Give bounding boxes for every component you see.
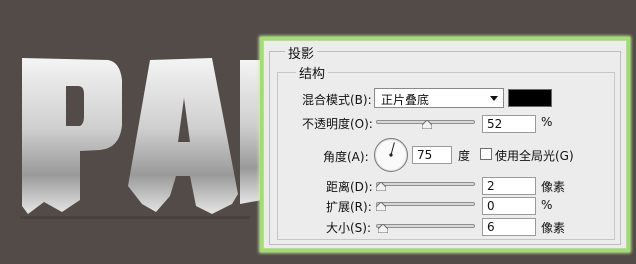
size-unit: 像素 bbox=[541, 221, 566, 235]
chevron-down-icon bbox=[490, 96, 498, 101]
spread-input[interactable]: 0 bbox=[482, 197, 536, 215]
size-slider[interactable] bbox=[376, 224, 475, 228]
size-slider-thumb[interactable] bbox=[377, 224, 388, 233]
artwork-letter-p bbox=[22, 58, 122, 214]
spread-slider-thumb[interactable] bbox=[376, 202, 386, 211]
opacity-label: 不透明度(O): bbox=[302, 117, 373, 131]
size-label: 大小(S): bbox=[326, 221, 372, 235]
blend-mode-value: 正片叠底 bbox=[381, 93, 430, 107]
drop-shadow-panel: 投影 结构 混合模式(B): 正片叠底 不透明度(O): 52 % 角度(A):… bbox=[260, 37, 630, 252]
angle-dial-needle bbox=[389, 142, 395, 157]
size-input[interactable]: 6 bbox=[482, 218, 536, 236]
distance-slider[interactable] bbox=[376, 182, 475, 186]
angle-dial[interactable] bbox=[374, 138, 408, 172]
angle-label: 角度(A): bbox=[323, 150, 369, 164]
opacity-unit: % bbox=[541, 115, 553, 129]
shadow-color-swatch[interactable] bbox=[508, 89, 552, 107]
opacity-slider-thumb[interactable] bbox=[422, 120, 433, 129]
global-light-label: 使用全局光(G) bbox=[495, 149, 574, 163]
distance-label: 距离(D): bbox=[326, 180, 373, 194]
blend-mode-select[interactable]: 正片叠底 bbox=[374, 88, 504, 108]
section-title: 结构 bbox=[296, 63, 329, 82]
spread-label: 扩展(R): bbox=[326, 200, 372, 214]
spread-unit: % bbox=[541, 198, 553, 212]
global-light-checkbox[interactable] bbox=[480, 148, 492, 160]
artwork-letter-partial bbox=[240, 60, 262, 204]
angle-unit: 度 bbox=[458, 149, 471, 163]
panel-title: 投影 bbox=[285, 43, 318, 62]
spread-slider[interactable] bbox=[376, 202, 475, 206]
distance-unit: 像素 bbox=[541, 180, 566, 194]
artwork-letter-a bbox=[128, 58, 238, 214]
opacity-input[interactable]: 52 bbox=[482, 115, 536, 133]
distance-slider-thumb[interactable] bbox=[376, 182, 386, 191]
angle-input[interactable]: 75 bbox=[412, 146, 452, 164]
blend-mode-label: 混合模式(B): bbox=[302, 93, 372, 107]
distance-input[interactable]: 2 bbox=[482, 177, 536, 195]
